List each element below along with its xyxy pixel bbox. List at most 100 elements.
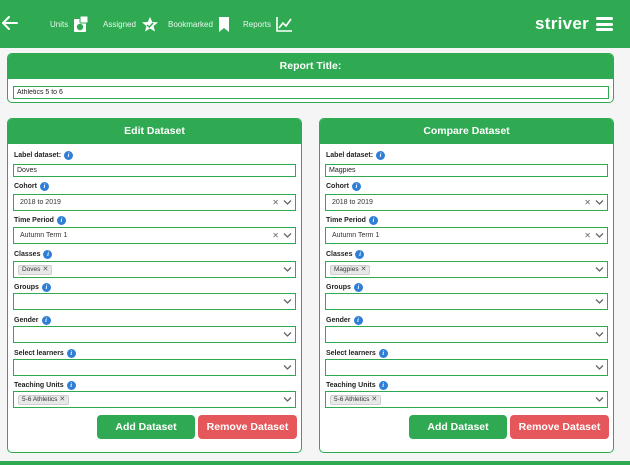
remove-dataset-button[interactable]: Remove Dataset [510,415,609,439]
teaching-units-label: Teaching Units i [326,381,388,390]
chevron-down-icon[interactable] [283,266,292,273]
add-dataset-button[interactable]: Add Dataset [97,415,195,439]
chevron-down-icon[interactable] [283,298,292,305]
clear-icon[interactable]: ✕ [584,231,591,240]
time-period-value: Autumn Term 1 [20,232,68,239]
add-dataset-button[interactable]: Add Dataset [409,415,507,439]
chevron-down-icon[interactable] [283,232,292,239]
remove-tag-icon[interactable]: ✕ [59,396,65,404]
chevron-down-icon[interactable] [595,298,604,305]
classes-label: Classes i [326,250,365,259]
select-learners-select[interactable] [13,359,296,376]
nav-assigned-label: Assigned [103,19,136,29]
remove-tag-icon[interactable]: ✕ [371,396,377,404]
cohort-value: 2018 to 2019 [332,199,373,206]
info-icon[interactable]: i [378,349,388,358]
gender-label: Gender i [14,316,51,325]
clear-icon[interactable]: ✕ [272,198,279,207]
label-dataset-input[interactable] [13,164,296,177]
time-period-label: Time Period i [326,216,378,225]
time-period-label-text: Time Period [326,217,366,224]
clear-icon[interactable]: ✕ [272,231,279,240]
select-learners-select[interactable] [325,359,608,376]
cohort-label: Cohort i [14,182,49,191]
report-title-input[interactable] [13,86,609,99]
remove-tag-icon[interactable]: ✕ [42,266,48,274]
label-dataset-label: Label dataset: i [14,151,74,160]
nav-units-label: Units [50,19,69,29]
time-period-label-text: Time Period [14,217,54,224]
info-icon[interactable]: i [376,151,386,160]
gender-label-text: Gender [326,317,351,324]
teaching-units-tag: 5-6 Athletics ✕ [330,395,382,405]
info-icon[interactable]: i [355,250,365,259]
cohort-select[interactable]: 2018 to 2019 ✕ [13,194,296,211]
classes-tag-label: Magpies [334,266,359,273]
chevron-down-icon[interactable] [595,331,604,338]
report-title-heading: Report Title: [8,54,613,79]
classes-label-text: Classes [14,251,41,258]
nav-bookmarked[interactable]: Bookmarked [168,13,230,35]
nav-units[interactable]: Units [50,13,89,35]
chevron-down-icon[interactable] [283,396,292,403]
chevron-down-icon[interactable] [595,232,604,239]
info-icon[interactable]: i [378,381,388,390]
label-dataset-text: Label dataset: [14,152,62,159]
info-icon[interactable]: i [64,151,74,160]
select-learners-label: Select learners i [326,349,388,358]
teaching-units-label: Teaching Units i [14,381,76,390]
remove-tag-icon[interactable]: ✕ [361,266,367,274]
classes-label-text: Classes [326,251,353,258]
cohort-select[interactable]: 2018 to 2019 ✕ [325,194,608,211]
back-arrow-icon[interactable] [2,14,18,32]
classes-select[interactable]: Magpies ✕ [325,261,608,278]
reports-chart-icon [276,16,293,32]
info-icon[interactable]: i [353,316,363,325]
clear-icon[interactable]: ✕ [584,198,591,207]
info-icon[interactable]: i [56,216,66,225]
teaching-units-tag: 5-6 Athletics ✕ [18,395,70,405]
chevron-down-icon[interactable] [283,331,292,338]
info-icon[interactable]: i [66,349,76,358]
chevron-down-icon[interactable] [595,364,604,371]
gender-select[interactable] [325,326,608,343]
info-icon[interactable]: i [368,216,378,225]
nav-bookmarked-label: Bookmarked [168,19,213,29]
info-icon[interactable]: i [41,283,51,292]
info-icon[interactable]: i [39,182,49,191]
time-period-select[interactable]: Autumn Term 1 ✕ [13,227,296,244]
nav-assigned[interactable]: Assigned [103,13,159,35]
classes-tag-label: Doves [22,266,41,273]
edit-dataset-heading: Edit Dataset [8,119,301,144]
info-icon[interactable]: i [351,182,361,191]
select-learners-label-text: Select learners [326,350,376,357]
striver-logo[interactable]: striver [535,14,589,34]
gender-label-text: Gender [14,317,39,324]
info-icon[interactable]: i [41,316,51,325]
time-period-select[interactable]: Autumn Term 1 ✕ [325,227,608,244]
label-dataset-label: Label dataset: i [326,151,386,160]
remove-dataset-button[interactable]: Remove Dataset [198,415,297,439]
classes-tag: Magpies ✕ [330,265,371,275]
groups-select[interactable] [13,293,296,310]
info-icon[interactable]: i [43,250,53,259]
hamburger-menu-icon[interactable] [596,17,613,31]
teaching-units-select[interactable]: 5-6 Athletics ✕ [13,391,296,408]
cohort-label-text: Cohort [14,183,37,190]
nav-reports[interactable]: Reports [243,13,293,35]
teaching-units-select[interactable]: 5-6 Athletics ✕ [325,391,608,408]
gender-select[interactable] [13,326,296,343]
chevron-down-icon[interactable] [283,364,292,371]
time-period-label: Time Period i [14,216,66,225]
classes-select[interactable]: Doves ✕ [13,261,296,278]
chevron-down-icon[interactable] [595,396,604,403]
chevron-down-icon[interactable] [595,266,604,273]
teaching-units-label-text: Teaching Units [14,382,64,389]
groups-select[interactable] [325,293,608,310]
groups-label-text: Groups [326,284,351,291]
info-icon[interactable]: i [66,381,76,390]
label-dataset-input[interactable] [325,164,608,177]
chevron-down-icon[interactable] [595,199,604,206]
info-icon[interactable]: i [353,283,363,292]
chevron-down-icon[interactable] [283,199,292,206]
